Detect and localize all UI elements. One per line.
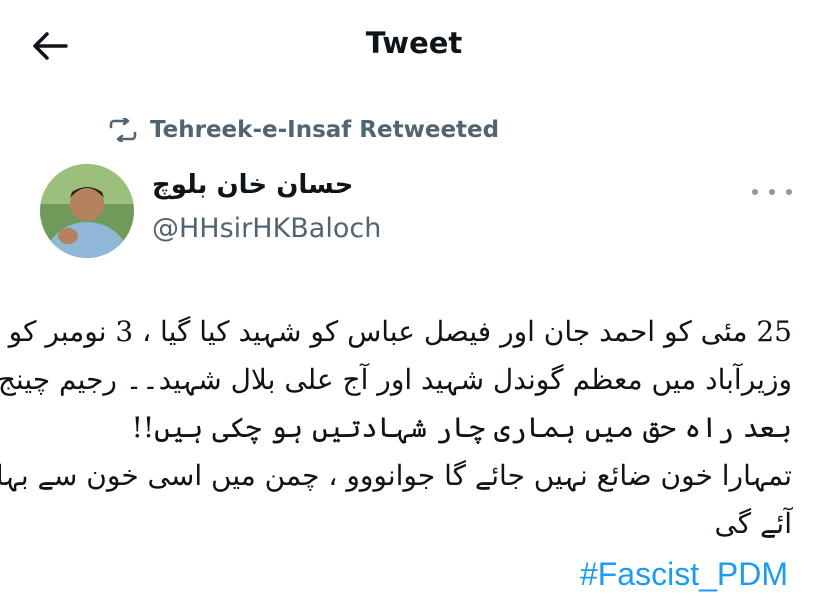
tweet-text: 25 مئی کو احمد جان اور فیصل عباس کو شہید…: [0, 308, 792, 548]
top-bar: Tweet: [0, 0, 828, 90]
more-options-button[interactable]: [752, 180, 792, 204]
avatar-image: [40, 164, 134, 258]
tweet-text-line: بعد راہ حق میں ہماری چار شہادتیں ہو چکی …: [131, 411, 792, 444]
page-title: Tweet: [365, 26, 463, 60]
tweet-text-line: وزیرآباد میں معظم گوندل شہید اور آج علی …: [0, 363, 792, 396]
more-dot: [769, 189, 775, 195]
tweet-text-line: 25 مئی کو احمد جان اور فیصل عباس کو شہید…: [8, 315, 792, 348]
retweet-icon: [109, 118, 137, 142]
retweet-context-text: Tehreek-e-Insaf Retweeted: [150, 117, 500, 143]
avatar[interactable]: [40, 164, 134, 258]
more-dot: [786, 189, 792, 195]
more-dot: [752, 189, 758, 195]
tweet-text-line: آئے گی: [714, 507, 792, 540]
author-display-name[interactable]: حسان خان بلوچ: [152, 170, 353, 200]
tweet-text-line: تمہارا خون ضائع نہیں جائے گا جوانووو ، چ…: [0, 459, 792, 492]
author-handle[interactable]: @HHsirHKBaloch: [152, 213, 381, 244]
retweet-context[interactable]: Tehreek-e-Insaf Retweeted: [108, 114, 499, 146]
hashtag-link[interactable]: #Fascist_PDM: [580, 556, 788, 593]
